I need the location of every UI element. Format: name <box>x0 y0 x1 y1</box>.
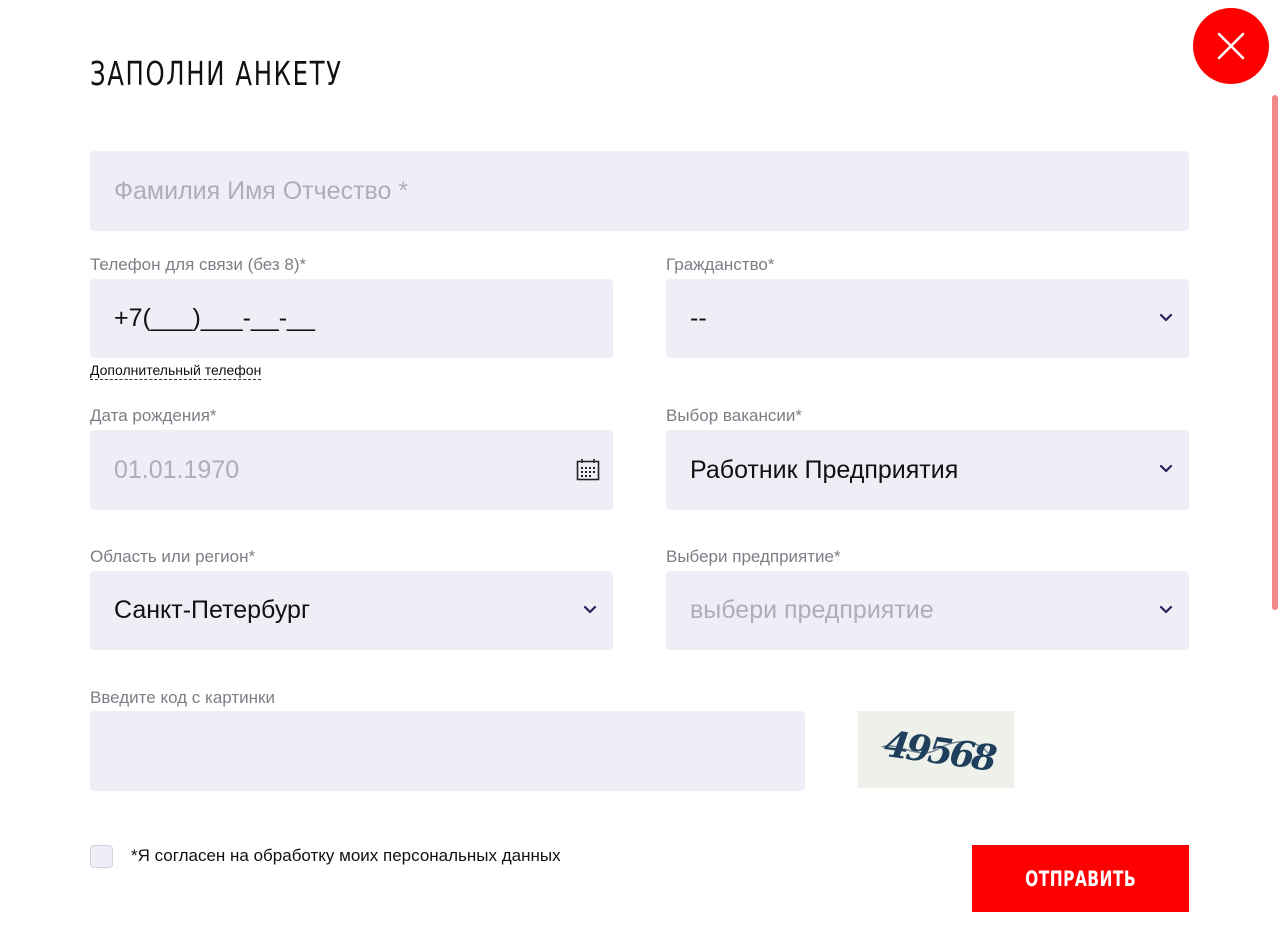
scrollbar[interactable] <box>1272 95 1278 610</box>
form-title: ЗАПОЛНИ АНКЕТУ <box>90 54 343 93</box>
consent-label: *Я согласен на обработку моих персональн… <box>131 846 561 865</box>
birth-date-label: Дата рождения* <box>90 406 217 425</box>
birth-date-placeholder: 01.01.1970 <box>114 455 240 484</box>
close-button[interactable] <box>1193 8 1269 84</box>
chevron-down-icon <box>1159 313 1173 322</box>
vacancy-select[interactable]: Работник Предприятия <box>666 430 1189 510</box>
calendar-icon[interactable] <box>576 458 600 482</box>
region-label: Область или регион* <box>90 547 256 566</box>
region-value: Санкт-Петербург <box>114 596 311 624</box>
chevron-down-icon <box>583 605 597 614</box>
captcha-code: 49568 <box>882 723 1000 780</box>
citizenship-label: Гражданство* <box>666 255 775 274</box>
citizenship-value: -- <box>690 304 707 332</box>
fio-placeholder: Фамилия Имя Отчество * <box>114 176 409 205</box>
enterprise-label: Выбери предприятие* <box>666 547 841 566</box>
birth-date-input[interactable]: 01.01.1970 <box>90 430 613 510</box>
chevron-down-icon <box>1159 464 1173 473</box>
vacancy-label: Выбор вакансии* <box>666 406 802 425</box>
chevron-down-icon <box>1159 605 1173 614</box>
captcha-label: Введите код с картинки <box>90 688 275 707</box>
captcha-image: 49568 <box>858 711 1014 788</box>
enterprise-select[interactable]: выбери предприятие <box>666 571 1189 650</box>
fio-input[interactable]: Фамилия Имя Отчество * <box>90 151 1189 231</box>
consent-checkbox[interactable] <box>90 845 113 868</box>
region-select[interactable]: Санкт-Петербург <box>90 571 613 650</box>
phone-value: +7(___)___-__-__ <box>114 304 315 332</box>
vacancy-value: Работник Предприятия <box>690 455 959 484</box>
phone-input[interactable]: +7(___)___-__-__ <box>90 279 613 358</box>
submit-button[interactable]: ОТПРАВИТЬ <box>972 845 1189 912</box>
additional-phone-link[interactable]: Дополнительный телефон <box>90 362 262 380</box>
close-icon <box>1217 32 1245 60</box>
enterprise-placeholder: выбери предприятие <box>690 596 934 624</box>
phone-label: Телефон для связи (без 8)* <box>90 255 307 274</box>
citizenship-select[interactable]: -- <box>666 279 1189 358</box>
submit-button-label: ОТПРАВИТЬ <box>1025 866 1136 891</box>
captcha-input[interactable] <box>90 711 805 791</box>
